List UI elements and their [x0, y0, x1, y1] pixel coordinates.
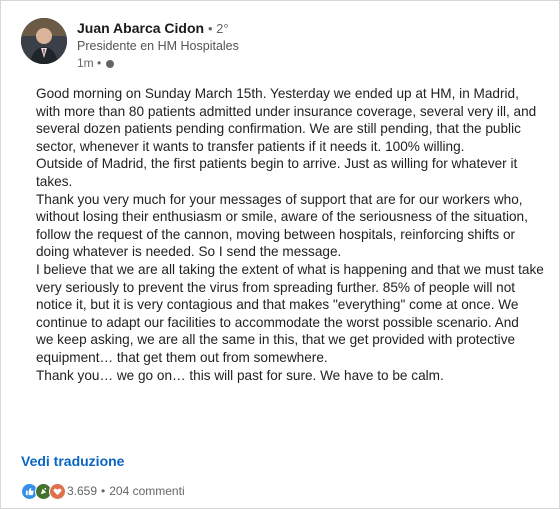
post-text-line: Good morning on Sunday March 15th. Yeste… [36, 86, 519, 101]
connection-degree: • 2° [207, 21, 229, 36]
author-headline: Presidente en HM Hospitales [77, 39, 239, 53]
post-text-line: continue to adapt our facilities to acco… [36, 314, 519, 330]
post-text-line: I believe that we are all taking the ext… [36, 261, 544, 277]
social-counts: 3.659 • 204 commenti [21, 482, 185, 500]
post-text-line: we keep asking, we are all the same in t… [36, 332, 516, 348]
post-card: Juan Abarca Cidon • 2° Presidente en HM … [0, 0, 560, 509]
love-icon [49, 482, 66, 500]
post-text-line: several dozen patients pending confirmat… [36, 121, 521, 137]
reaction-icons[interactable] [21, 482, 66, 500]
see-translation-link[interactable]: Vedi traduzione [21, 453, 124, 469]
post-text-line: without losing their enthusiasm or smile… [36, 209, 528, 225]
post-text-line: sector, whenever it wants to transfer pa… [36, 138, 465, 154]
comments-count[interactable]: 204 commenti [109, 484, 184, 498]
post-text-line: Thank you very much for your messages of… [36, 191, 523, 207]
post-text-line: with more than 80 patients admitted unde… [36, 103, 537, 119]
author-info: Juan Abarca Cidon • 2° Presidente en HM … [77, 19, 239, 72]
post-time: 1m • [77, 56, 102, 70]
author-name[interactable]: Juan Abarca Cidon [77, 20, 204, 36]
post-meta: 1m • [77, 55, 239, 72]
post-body: Good morning on Sunday March 15th. Yeste… [36, 85, 556, 384]
post-text-line: Thank you… we go on… this will past for … [36, 367, 444, 383]
post-text-line: notice it, but it is very contagious and… [36, 297, 519, 313]
post-text-line: Outside of Madrid, the first patients be… [36, 156, 518, 172]
separator-dot: • [101, 484, 106, 498]
author-name-line[interactable]: Juan Abarca Cidon • 2° [77, 19, 239, 38]
post-text-line: takes. [36, 173, 73, 189]
post-text-line: doing whatever is needed. So I send the … [36, 244, 342, 260]
author-avatar[interactable] [21, 18, 67, 64]
reactions-count[interactable]: 3.659 [67, 484, 97, 498]
post-text-line: very seriously to prevent the virus from… [36, 279, 516, 295]
post-text-line: follow the request of the cannon, moving… [36, 226, 516, 242]
globe-icon [106, 59, 115, 68]
post-text-line: equipment… that get them out from somewh… [36, 349, 328, 365]
